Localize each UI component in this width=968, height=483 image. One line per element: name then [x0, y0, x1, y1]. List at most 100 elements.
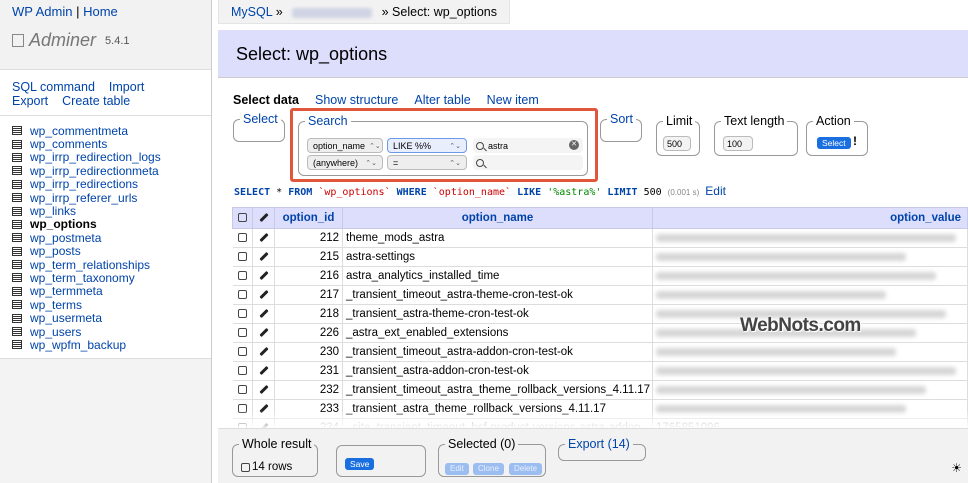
- header-option-name[interactable]: option_name: [342, 207, 653, 229]
- sidebar-table-link[interactable]: wp_termmeta: [30, 284, 103, 298]
- table-icon[interactable]: [12, 286, 22, 296]
- row-checkbox[interactable]: [237, 328, 247, 338]
- edit-button[interactable]: Edit: [445, 463, 469, 475]
- sidebar-table-link[interactable]: wp_term_relationships: [30, 258, 150, 272]
- table-row[interactable]: 231 _transient_astra-addon-cron-test-ok: [232, 361, 968, 381]
- theme-toggle-icon[interactable]: ☀: [951, 461, 962, 475]
- row-checkbox[interactable]: [237, 252, 247, 262]
- table-icon[interactable]: [12, 273, 22, 283]
- table-row[interactable]: 230 _transient_timeout_astra-addon-cron-t…: [232, 342, 968, 362]
- wp-admin-link[interactable]: WP Admin: [12, 4, 72, 19]
- create-table-link[interactable]: Create table: [62, 94, 130, 108]
- sidebar-table-link[interactable]: wp_term_taxonomy: [30, 271, 135, 285]
- table-icon[interactable]: [12, 340, 22, 350]
- tab-select-data[interactable]: Select data: [233, 93, 299, 107]
- clone-button[interactable]: Clone: [473, 463, 504, 475]
- edit-icon[interactable]: [258, 366, 269, 376]
- table-icon[interactable]: [12, 327, 22, 337]
- table-icon[interactable]: [12, 219, 22, 229]
- whole-result-checkbox[interactable]: [241, 462, 250, 472]
- header-option-value[interactable]: option_value: [652, 207, 968, 229]
- row-checkbox[interactable]: [237, 271, 247, 281]
- sidebar-table-link[interactable]: wp_links: [30, 204, 76, 218]
- edit-icon[interactable]: [258, 290, 269, 300]
- table-row[interactable]: 212 theme_mods_astra: [232, 228, 968, 248]
- sidebar-table-link[interactable]: wp_irrp_redirectionmeta: [30, 164, 159, 178]
- table-row[interactable]: 215 astra-settings: [232, 247, 968, 267]
- sidebar-table-link[interactable]: wp_posts: [30, 244, 81, 258]
- table-icon[interactable]: [12, 193, 22, 203]
- edit-icon[interactable]: [258, 252, 269, 262]
- text-length-input[interactable]: 100: [723, 136, 753, 151]
- search-op-select-2[interactable]: = ⌃⌄: [387, 155, 467, 170]
- sidebar-table-link[interactable]: wp_irrp_redirection_logs: [30, 150, 161, 164]
- sql-edit-link[interactable]: Edit: [705, 184, 726, 198]
- table-icon[interactable]: [12, 233, 22, 243]
- edit-icon[interactable]: [258, 328, 269, 338]
- row-checkbox[interactable]: [237, 347, 247, 357]
- sidebar-table-link[interactable]: wp_terms: [30, 298, 82, 312]
- sidebar-table-link[interactable]: wp_comments: [30, 137, 107, 151]
- search-legend[interactable]: Search: [305, 114, 351, 128]
- table-icon[interactable]: [12, 300, 22, 310]
- table-icon[interactable]: [12, 166, 22, 176]
- sql-command-link[interactable]: SQL command: [12, 80, 95, 94]
- tab-show-structure[interactable]: Show structure: [315, 93, 398, 107]
- sidebar-table-link[interactable]: wp_commentmeta: [30, 124, 128, 138]
- sidebar-table-link[interactable]: wp_options: [30, 217, 97, 231]
- table-icon[interactable]: [12, 139, 22, 149]
- select-button[interactable]: Select: [817, 137, 851, 149]
- sidebar-table-link[interactable]: wp_users: [30, 325, 81, 339]
- row-checkbox[interactable]: [237, 385, 247, 395]
- table-icon[interactable]: [12, 246, 22, 256]
- table-icon[interactable]: [12, 179, 22, 189]
- edit-icon[interactable]: [258, 309, 269, 319]
- sort-legend[interactable]: Sort: [607, 112, 636, 126]
- sidebar-table-link[interactable]: wp_irrp_referer_urls: [30, 191, 137, 205]
- tab-alter-table[interactable]: Alter table: [414, 93, 470, 107]
- row-checkbox[interactable]: [237, 290, 247, 300]
- sort-fieldset[interactable]: Sort: [600, 112, 642, 142]
- sidebar-table-link[interactable]: wp_wpfm_backup: [30, 338, 126, 352]
- delete-button[interactable]: Delete: [509, 463, 543, 475]
- export-fieldset[interactable]: Export (14): [558, 437, 646, 461]
- sidebar-table-link[interactable]: wp_usermeta: [30, 311, 102, 325]
- header-option-id[interactable]: option_id: [274, 207, 343, 229]
- edit-icon[interactable]: [258, 271, 269, 281]
- search-column-select-1[interactable]: option_name ⌃⌄: [307, 138, 383, 153]
- select-legend[interactable]: Select: [240, 112, 281, 126]
- sidebar-table-link[interactable]: wp_irrp_redirections: [30, 177, 138, 191]
- table-icon[interactable]: [12, 126, 22, 136]
- table-row[interactable]: 217 _transient_timeout_astra-theme-cron-t…: [232, 285, 968, 305]
- export-link[interactable]: Export: [12, 94, 48, 108]
- tab-new-item[interactable]: New item: [487, 93, 539, 107]
- clear-icon[interactable]: ✕: [569, 140, 579, 150]
- search-op-select-1[interactable]: LIKE %% ⌃⌄: [387, 138, 467, 153]
- edit-icon[interactable]: [258, 233, 269, 243]
- home-link[interactable]: Home: [83, 4, 118, 19]
- row-checkbox[interactable]: [237, 233, 247, 243]
- header-checkbox[interactable]: [232, 207, 253, 229]
- row-checkbox[interactable]: [237, 309, 247, 319]
- table-row[interactable]: 232 _transient_timeout_astra_theme_rollba…: [232, 380, 968, 400]
- row-checkbox[interactable]: [237, 366, 247, 376]
- search-column-select-2[interactable]: (anywhere) ⌃⌄: [307, 155, 383, 170]
- select-all-checkbox[interactable]: [238, 213, 247, 223]
- import-link[interactable]: Import: [109, 80, 144, 94]
- adminer-logo[interactable]: Adminer 5.4.1: [12, 30, 199, 51]
- table-icon[interactable]: [12, 260, 22, 270]
- search-value-input-2[interactable]: [473, 155, 583, 170]
- breadcrumb-redacted-db[interactable]: [292, 7, 373, 18]
- save-button[interactable]: Save: [345, 458, 375, 470]
- search-value-input-1[interactable]: astra: [473, 138, 583, 153]
- table-icon[interactable]: [12, 313, 22, 323]
- select-fieldset[interactable]: Select: [233, 112, 285, 142]
- breadcrumb-mysql[interactable]: MySQL: [231, 5, 272, 19]
- table-icon[interactable]: [12, 152, 22, 162]
- limit-input[interactable]: 500: [663, 136, 691, 151]
- export-legend[interactable]: Export (14): [565, 437, 633, 451]
- sidebar-table-link[interactable]: wp_postmeta: [30, 231, 101, 245]
- table-icon[interactable]: [12, 206, 22, 216]
- table-row[interactable]: 216 astra_analytics_installed_time: [232, 266, 968, 286]
- edit-icon[interactable]: [258, 347, 269, 357]
